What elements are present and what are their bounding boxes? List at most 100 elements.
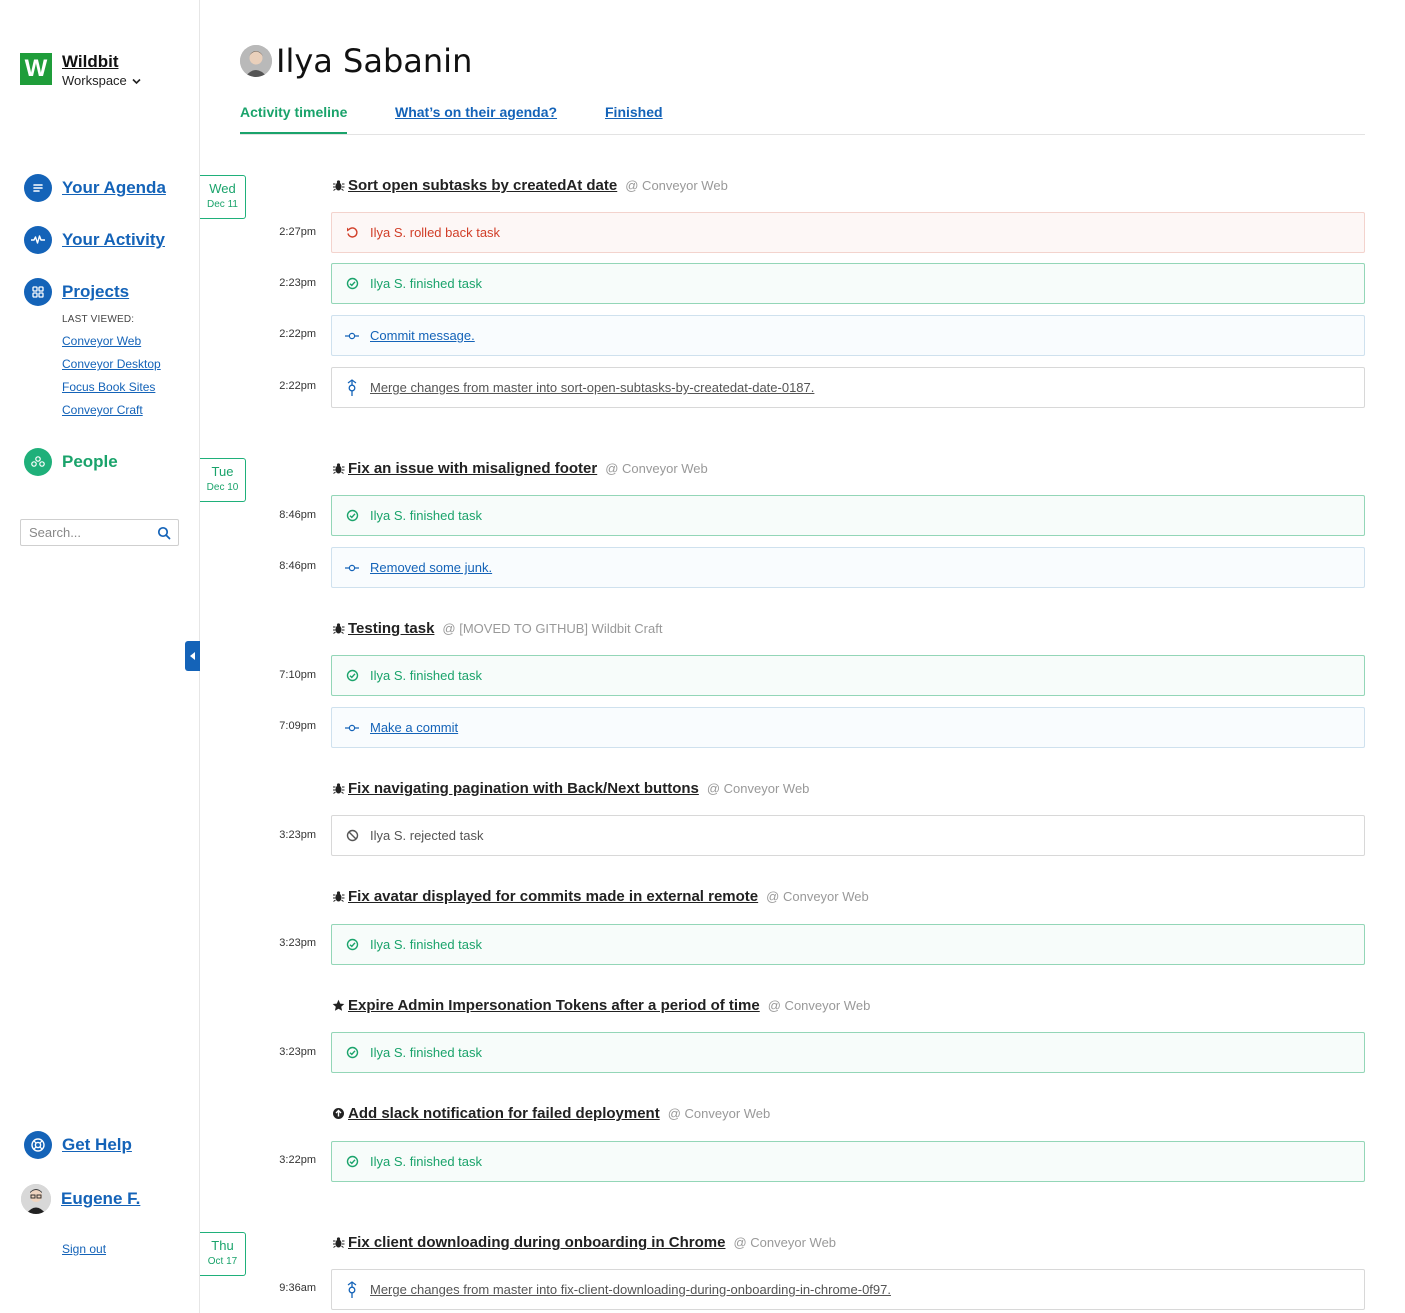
nav-people-label: People	[62, 452, 118, 471]
nav-your-agenda[interactable]: Your Agenda	[24, 174, 166, 202]
activity-time: 2:22pm	[279, 328, 316, 340]
nav-get-help-label: Get Help	[62, 1135, 132, 1154]
commit-link[interactable]: Commit message.	[370, 328, 475, 343]
activity-row: Ilya S. rolled back task	[331, 212, 1365, 253]
page-title: Ilya Sabanin	[276, 42, 473, 80]
task-link[interactable]: Fix an issue with misaligned footer	[348, 460, 597, 477]
date-badge-date: Dec 11	[207, 199, 238, 210]
bug-icon	[331, 890, 345, 904]
date-badge-date: Oct 17	[207, 1256, 238, 1267]
workspace-switcher[interactable]: W Wildbit Workspace	[20, 53, 141, 91]
merge-commit-link[interactable]: Merge changes from master into fix-clien…	[370, 1282, 891, 1297]
activity-time: 3:23pm	[279, 1046, 316, 1058]
nav-current-user[interactable]: Eugene F.	[21, 1184, 140, 1214]
activity-row: Merge changes from master into sort-open…	[331, 367, 1365, 408]
arrow-up-circle-icon	[331, 1107, 345, 1121]
wildbit-logo: W	[20, 53, 52, 85]
tab-activity-timeline[interactable]: Activity timeline	[240, 104, 348, 134]
check-circle-icon	[345, 1155, 359, 1169]
workspace-dropdown[interactable]: Workspace	[62, 71, 141, 91]
task-heading: Fix navigating pagination with Back/Next…	[331, 780, 809, 797]
task-project: @ Conveyor Web	[767, 998, 871, 1013]
activity-text: Ilya S. finished task	[370, 668, 482, 683]
activity-time: 2:27pm	[279, 226, 316, 238]
task-project: @ Conveyor Web	[733, 1235, 837, 1250]
commit-icon	[345, 561, 359, 575]
merge-icon	[345, 1280, 359, 1298]
date-badge-day: Wed	[209, 181, 236, 196]
task-link[interactable]: Fix client downloading during onboarding…	[348, 1234, 725, 1251]
activity-row: Removed some junk.	[331, 547, 1365, 588]
recent-project-link[interactable]: Conveyor Craft	[62, 403, 143, 417]
nav-your-agenda-label: Your Agenda	[62, 178, 166, 197]
last-viewed-heading: LAST VIEWED:	[62, 314, 135, 325]
check-circle-icon	[345, 1046, 359, 1060]
commit-link[interactable]: Removed some junk.	[370, 560, 492, 575]
nav-people[interactable]: People	[24, 448, 118, 476]
chevron-down-icon	[132, 78, 141, 85]
date-badge-date: Dec 10	[206, 482, 239, 493]
task-link[interactable]: Add slack notification for failed deploy…	[348, 1105, 660, 1122]
task-link[interactable]: Fix avatar displayed for commits made in…	[348, 888, 758, 905]
activity-row: Make a commit	[331, 707, 1365, 748]
activity-text: Ilya S. finished task	[370, 508, 482, 523]
workspace-name[interactable]: Wildbit	[62, 53, 141, 71]
activity-row: Ilya S. finished task	[331, 263, 1365, 304]
task-heading: Expire Admin Impersonation Tokens after …	[331, 997, 870, 1014]
profile-tabs: Activity timeline What’s on their agenda…	[240, 104, 1365, 135]
search-input[interactable]	[29, 525, 147, 540]
task-project: @ Conveyor Web	[667, 1106, 771, 1121]
sign-out-link[interactable]: Sign out	[62, 1242, 106, 1256]
activity-row: Ilya S. finished task	[331, 1141, 1365, 1182]
task-heading: Testing task @ [MOVED TO GITHUB] Wildbit…	[331, 620, 662, 637]
search-icon[interactable]	[157, 526, 171, 540]
commit-link[interactable]: Make a commit	[370, 720, 458, 735]
activity-time: 7:10pm	[279, 669, 316, 681]
star-icon	[331, 999, 345, 1013]
merge-commit-link[interactable]: Merge changes from master into sort-open…	[370, 380, 814, 395]
merge-icon	[345, 378, 359, 396]
agenda-icon	[24, 174, 52, 202]
search-box	[20, 519, 179, 546]
check-circle-icon	[345, 938, 359, 952]
bug-icon	[331, 462, 345, 476]
commit-icon	[345, 721, 359, 735]
workspace-label: Workspace	[62, 73, 127, 88]
activity-time: 3:23pm	[279, 937, 316, 949]
activity-text: Ilya S. finished task	[370, 937, 482, 952]
current-user-name: Eugene F.	[61, 1189, 141, 1208]
activity-row: Commit message.	[331, 315, 1365, 356]
activity-time: 2:23pm	[279, 277, 316, 289]
date-badge-day: Tue	[211, 464, 234, 479]
bug-icon	[331, 782, 345, 796]
activity-time: 2:22pm	[279, 380, 316, 392]
task-project: @ Conveyor Web	[625, 178, 728, 193]
recent-project-link[interactable]: Conveyor Desktop	[62, 357, 161, 371]
bug-icon	[331, 179, 345, 193]
tab-finished[interactable]: Finished	[605, 104, 663, 120]
activity-row: Ilya S. finished task	[331, 495, 1365, 536]
date-badge: Thu Oct 17	[200, 1232, 246, 1276]
activity-text: Ilya S. rolled back task	[370, 225, 501, 240]
activity-text: Ilya S. finished task	[370, 1045, 482, 1060]
page-header: Ilya Sabanin	[240, 42, 472, 80]
task-project: @ Conveyor Web	[766, 889, 869, 904]
tab-agenda[interactable]: What’s on their agenda?	[395, 104, 557, 120]
task-link[interactable]: Expire Admin Impersonation Tokens after …	[348, 997, 760, 1014]
activity-row: Ilya S. finished task	[331, 1032, 1365, 1073]
task-link[interactable]: Fix navigating pagination with Back/Next…	[348, 780, 699, 797]
task-project: @ Conveyor Web	[605, 461, 708, 476]
bug-icon	[331, 1236, 345, 1250]
activity-time: 3:23pm	[279, 829, 316, 841]
task-heading: Add slack notification for failed deploy…	[331, 1105, 770, 1122]
profile-avatar	[240, 45, 272, 77]
bug-icon	[331, 622, 345, 636]
chevron-left-icon	[189, 652, 195, 660]
task-link[interactable]: Testing task	[348, 620, 434, 637]
date-badge: Tue Dec 10	[200, 458, 246, 502]
task-link[interactable]: Sort open subtasks by createdAt date	[348, 177, 617, 194]
activity-row: Ilya S. finished task	[331, 924, 1365, 965]
collapse-sidebar-button[interactable]	[185, 641, 200, 671]
check-circle-icon	[345, 509, 359, 523]
activity-time: 8:46pm	[279, 509, 316, 521]
